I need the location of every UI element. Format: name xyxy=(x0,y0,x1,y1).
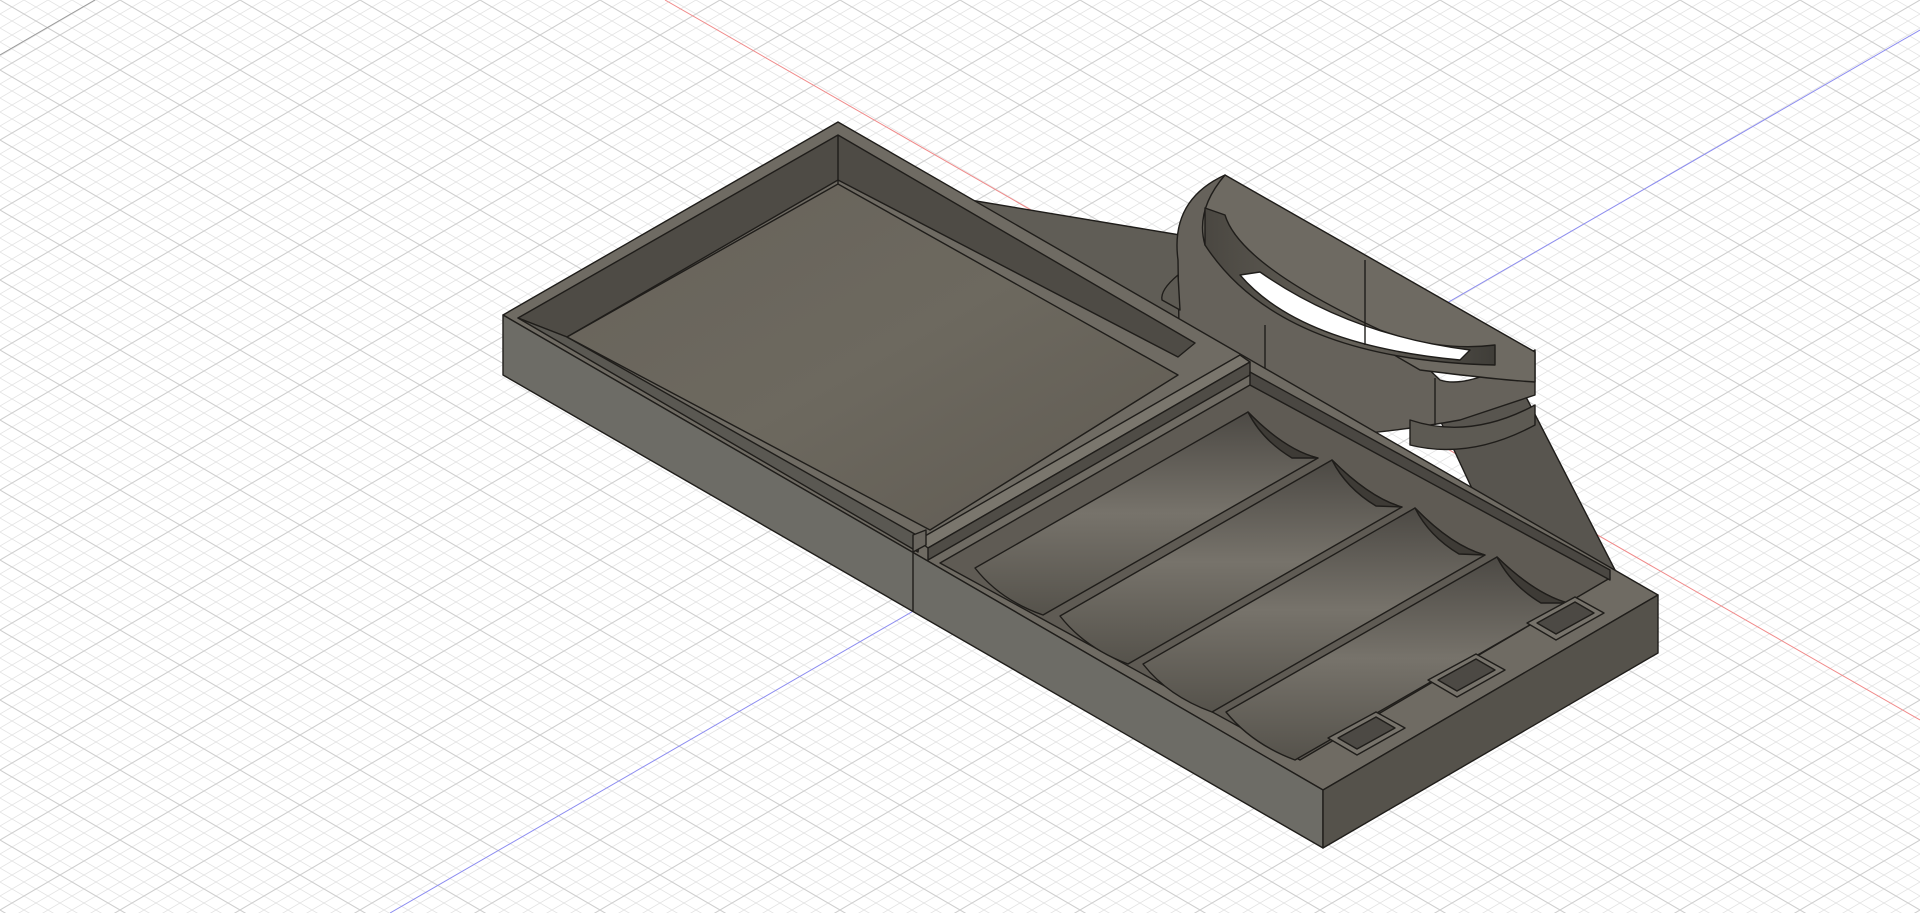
3d-viewport[interactable] xyxy=(0,0,1920,913)
canvas[interactable] xyxy=(0,0,1920,913)
